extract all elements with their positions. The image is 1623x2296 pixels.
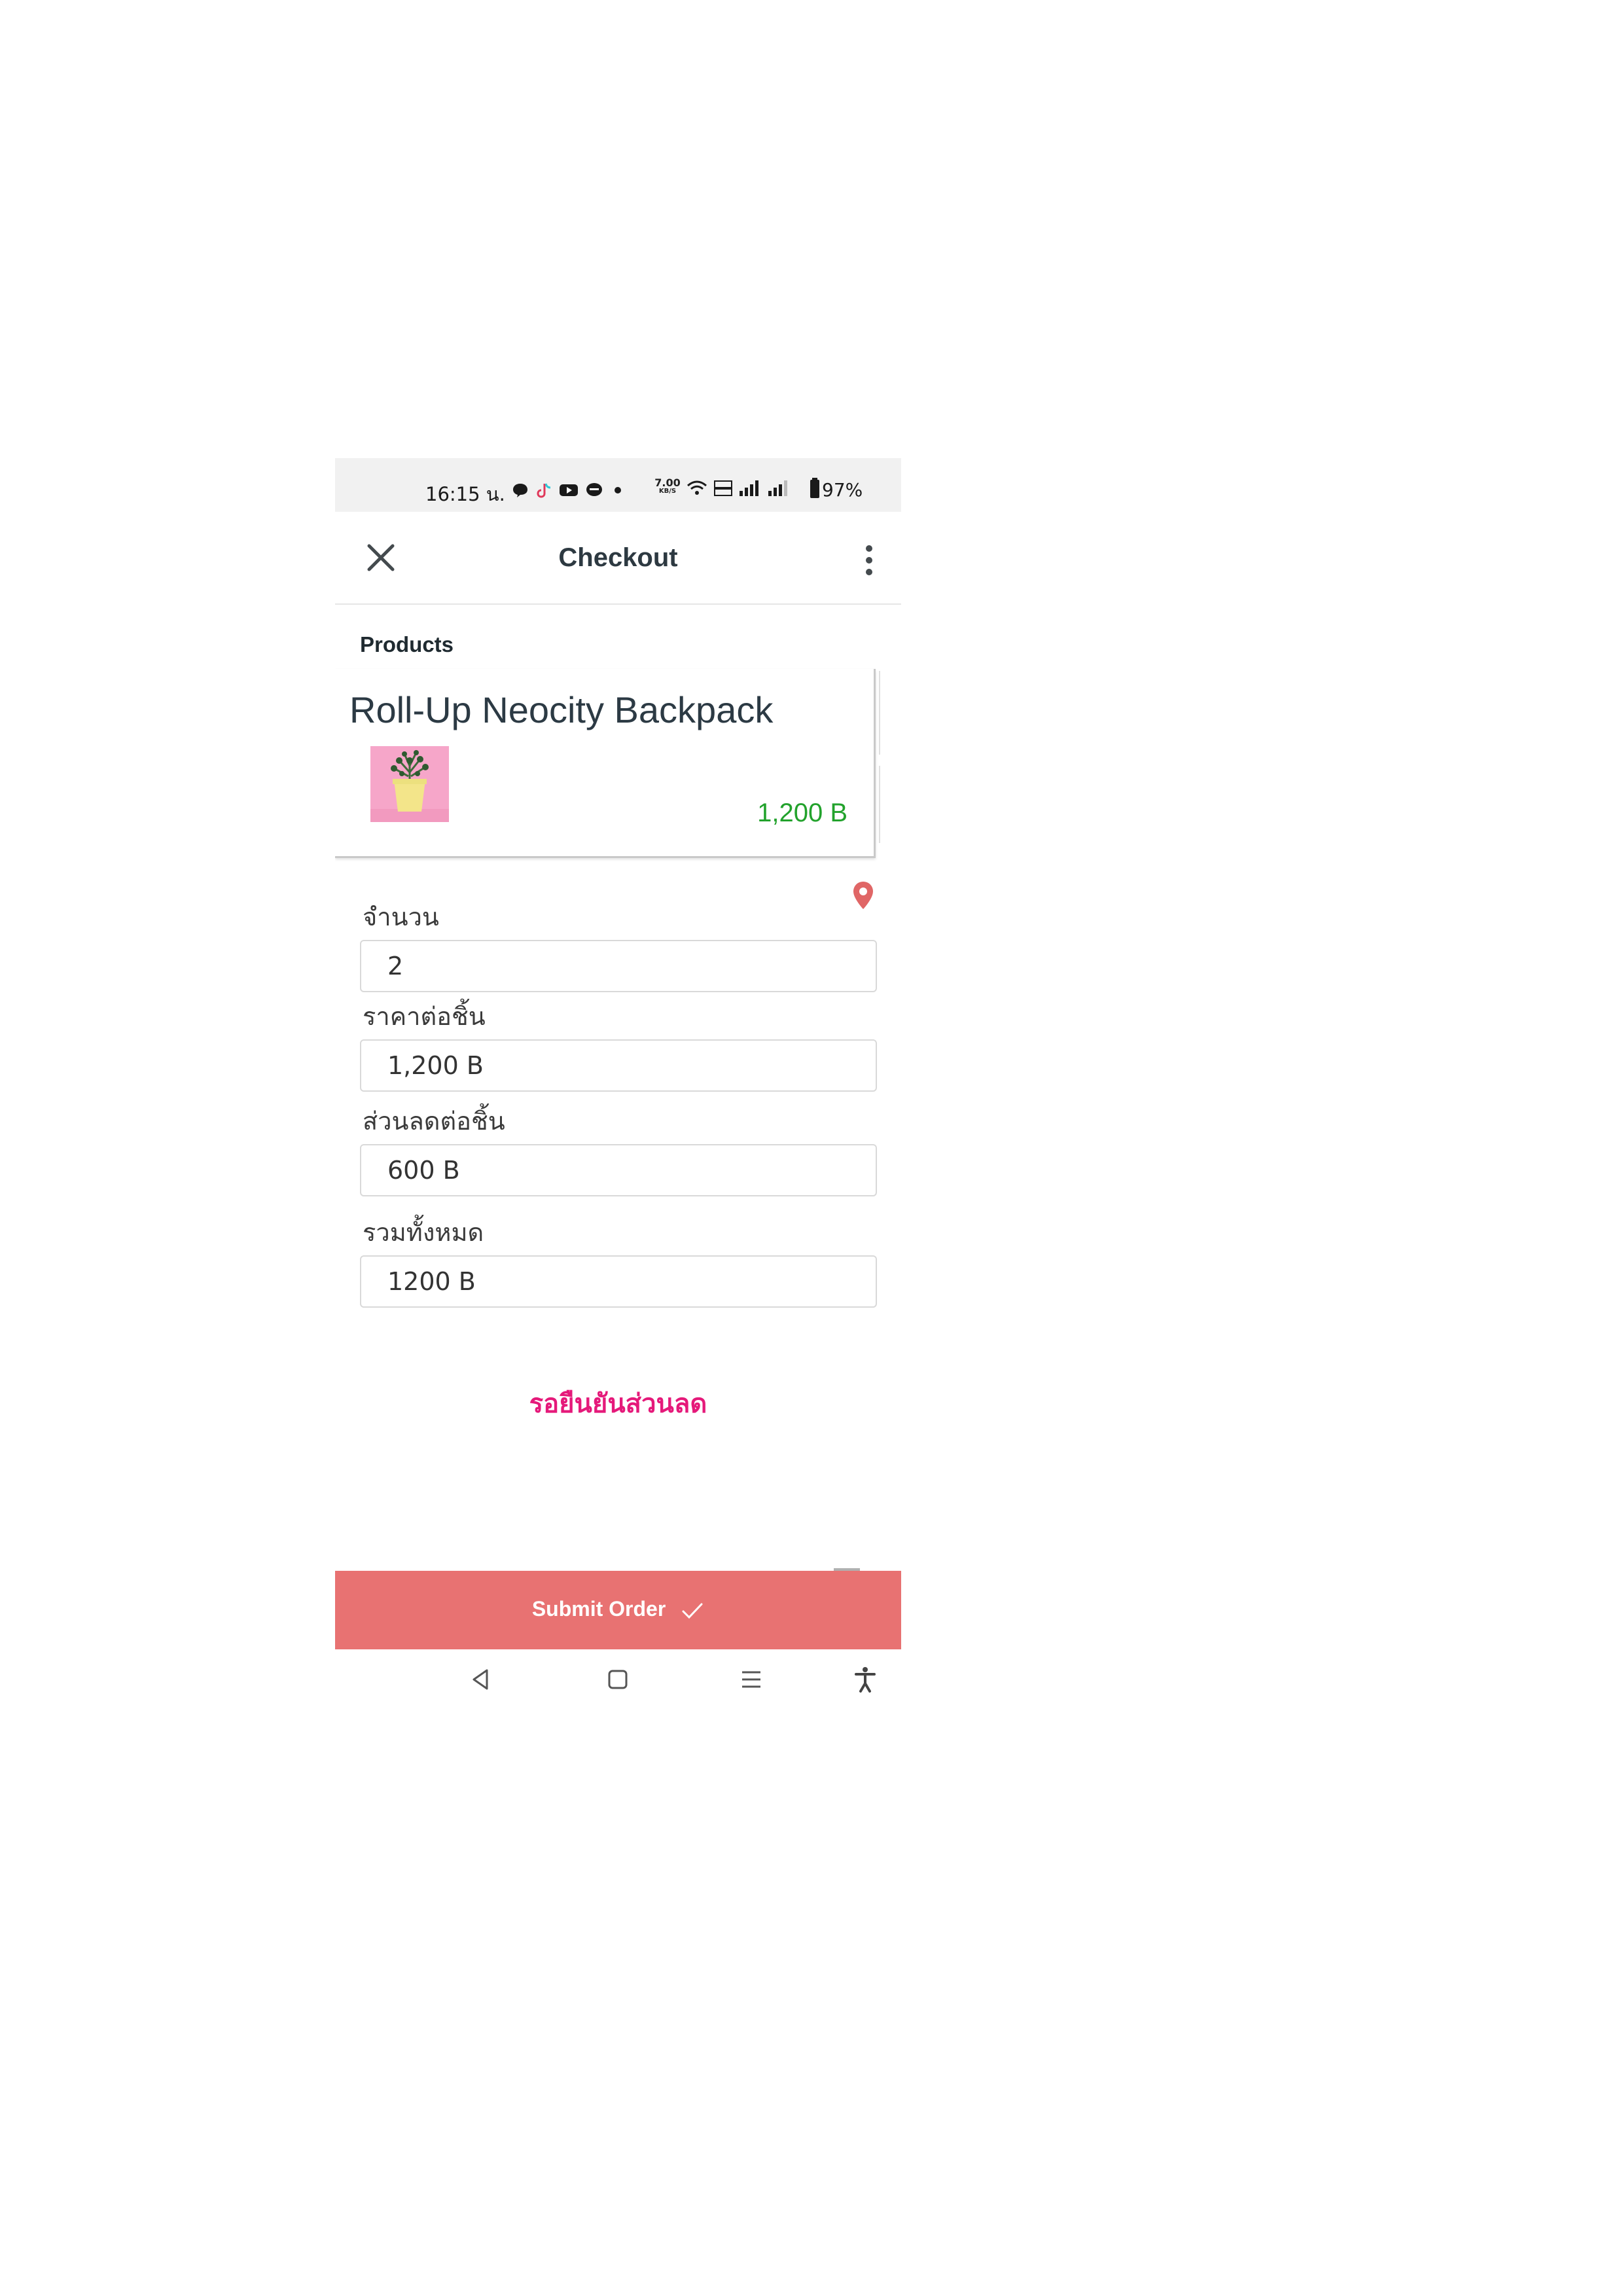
quantity-label: จำนวน [363, 903, 439, 931]
battery-icon [810, 478, 819, 498]
more-vertical-icon [866, 545, 872, 575]
home-button[interactable] [603, 1665, 632, 1694]
unit-price-label: ราคาต่อชิ้น [363, 1002, 486, 1031]
tiktok-icon [537, 483, 551, 498]
product-card[interactable]: Roll-Up Neocity Backpack 1,200 B [335, 669, 876, 858]
discount-status-message: รอยืนยันส่วนลด [529, 1389, 707, 1419]
dot-icon [615, 487, 621, 493]
signal-1-icon [740, 480, 758, 496]
product-price: 1,200 B [757, 798, 847, 827]
page-title: Checkout [558, 543, 678, 572]
submit-order-label-row: Submit Order [335, 1597, 901, 1621]
unit-price-value: 1,200 B [387, 1051, 484, 1080]
quantity-value: 2 [387, 952, 404, 980]
status-time: 16:15 น. [425, 483, 505, 505]
back-button[interactable] [466, 1665, 495, 1694]
accessibility-button[interactable] [851, 1665, 880, 1694]
next-card-edge [875, 766, 880, 843]
wifi-icon [687, 480, 707, 495]
discount-field[interactable]: 600 B [360, 1144, 877, 1196]
recents-menu-icon [742, 1671, 760, 1688]
potted-plant-image [370, 746, 449, 822]
network-speed: 7.00 KB/S [654, 476, 681, 495]
discount-value: 600 B [387, 1156, 460, 1185]
products-section-label: Products [360, 632, 454, 656]
discount-label: ส่วนลดต่อชิ้น [363, 1107, 505, 1136]
volte-icon [714, 480, 732, 496]
more-options-button[interactable] [856, 541, 882, 580]
recents-button[interactable] [737, 1665, 766, 1694]
product-image [370, 746, 449, 822]
total-value: 1200 B [387, 1267, 476, 1296]
signal-2-icon [768, 480, 787, 496]
location-pin-icon[interactable] [852, 880, 874, 910]
home-square-icon [608, 1670, 628, 1689]
accessibility-icon [855, 1667, 876, 1693]
total-label: รวมทั้งหมด [363, 1218, 484, 1247]
app-bar: Checkout [335, 512, 901, 605]
next-card-edge [875, 671, 880, 755]
back-triangle-icon [473, 1669, 488, 1690]
phone-screen: 16:15 น. 7.00 KB/S 97% Checkout Products… [335, 458, 901, 1711]
product-name: Roll-Up Neocity Backpack [349, 689, 774, 730]
status-bar: 16:15 น. 7.00 KB/S 97% [335, 458, 901, 512]
total-field[interactable]: 1200 B [360, 1255, 877, 1308]
system-nav-bar [335, 1649, 901, 1711]
battery-level: 97% [822, 479, 863, 501]
unit-price-field[interactable]: 1,200 B [360, 1039, 877, 1092]
chat-bubble-icon [513, 484, 527, 497]
submit-order-label: Submit Order [531, 1597, 666, 1621]
quantity-field[interactable]: 2 [360, 940, 877, 992]
line-icon [586, 483, 602, 496]
submit-order-button[interactable]: Submit Order [335, 1571, 901, 1649]
youtube-icon [560, 484, 578, 496]
check-icon [682, 1603, 703, 1619]
